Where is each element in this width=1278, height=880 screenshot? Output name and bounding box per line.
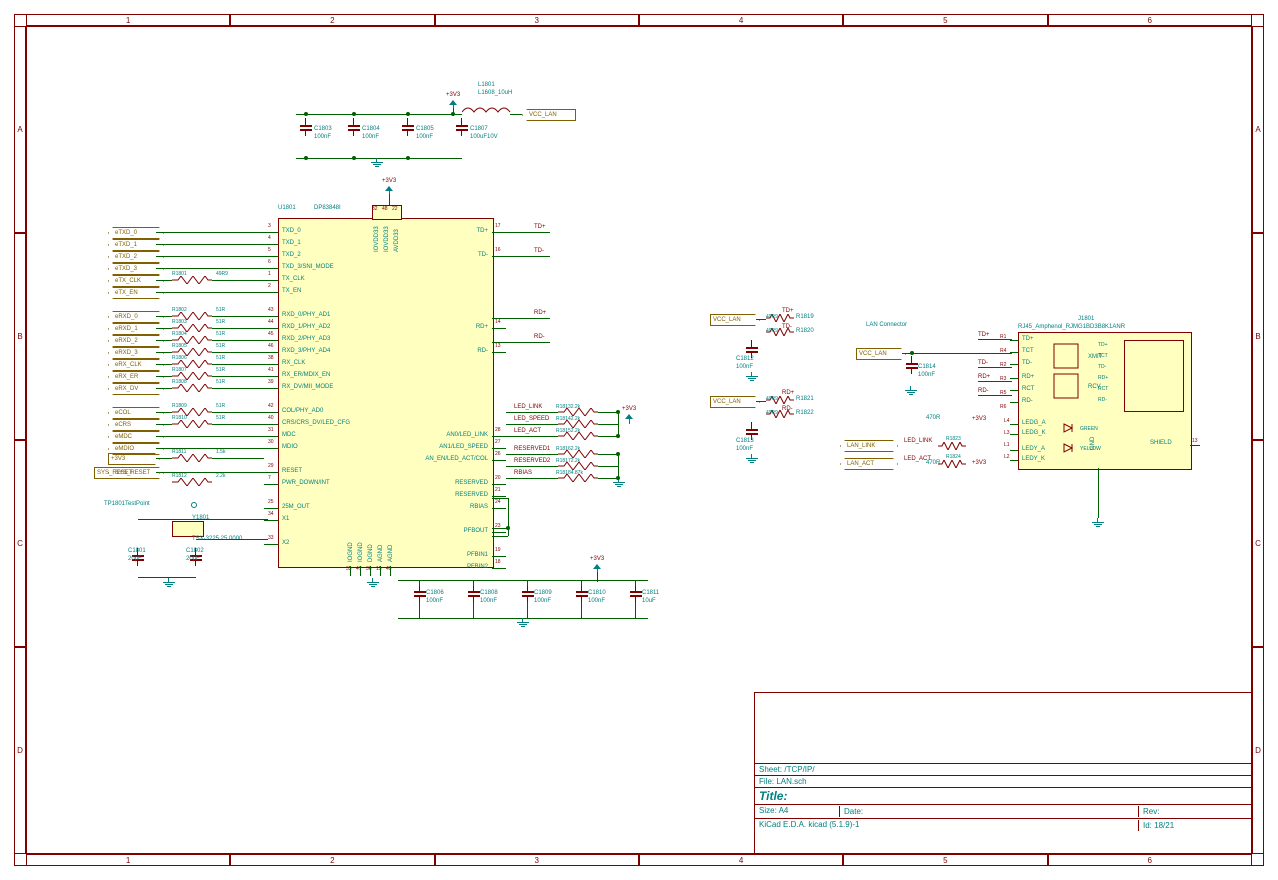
- cap-c1805: [402, 118, 414, 136]
- ruler-col-5: 5: [843, 14, 1047, 26]
- ruler-right: A B C D: [1252, 26, 1264, 854]
- rj45-led-icon: GREEN YELLOW: [1058, 420, 1118, 460]
- cap: [468, 584, 480, 602]
- power-flag-vcc-lan: VCC_LAN: [522, 109, 576, 121]
- hier-label: eTX_EN: [108, 287, 164, 299]
- size-label: Size: A4: [759, 806, 839, 817]
- cap: [576, 584, 588, 602]
- hier-label: eCRS: [108, 419, 164, 431]
- cap-c1807: [456, 118, 468, 136]
- junction-dot: [506, 526, 510, 530]
- ruler-bottom: 1 2 3 4 5 6: [26, 854, 1252, 866]
- inductor-l1801: [462, 106, 512, 118]
- resistor-r1824: [938, 460, 966, 468]
- cap-c1814: [906, 356, 918, 374]
- title-block: Sheet: /TCP/IP/ File: LAN.sch Title: Siz…: [754, 692, 1252, 854]
- title-label: Title:: [759, 789, 787, 803]
- hier-label: eRXD_0: [108, 311, 164, 323]
- resistor: [172, 454, 212, 462]
- svg-text:GREEN: GREEN: [1080, 426, 1098, 432]
- gnd-icon: [1091, 518, 1105, 528]
- resistor: [172, 276, 212, 284]
- date-label: Date:: [839, 806, 1138, 817]
- hier-label: eTXD_1: [108, 239, 164, 251]
- gnd-icon: [516, 618, 530, 628]
- junction-dot: [616, 476, 620, 480]
- hier-label: +3V3: [108, 453, 160, 465]
- junction-dot: [406, 156, 410, 160]
- file-name: File: LAN.sch: [759, 777, 807, 786]
- hier-label-lan-link: LAN_LINK: [840, 440, 898, 452]
- hier-label: eRX_ER: [108, 371, 164, 383]
- hier-label: eTXD_0: [108, 227, 164, 239]
- junction-dot: [406, 112, 410, 116]
- hier-label-lan-act: LAN_ACT: [840, 458, 898, 470]
- hier-label: eTX_CLK: [108, 275, 164, 287]
- gnd-icon: [162, 578, 176, 588]
- hier-label-sys-reset: SYS_RESET: [94, 467, 160, 479]
- resistor-r1823: [938, 442, 966, 450]
- ruler-col-6: 6: [1048, 14, 1252, 26]
- junction-dot: [352, 112, 356, 116]
- testpoint-icon: [191, 502, 197, 508]
- hier-label: eTXD_2: [108, 251, 164, 263]
- power-flag-vcc-lan: VCC_LAN: [710, 314, 760, 326]
- gnd-icon: [904, 386, 918, 396]
- hier-label: eCOL: [108, 407, 164, 419]
- ic-dp83848: [278, 218, 494, 568]
- hier-label: eRXD_2: [108, 335, 164, 347]
- power-arrow-icon: [448, 98, 460, 110]
- hier-label: eRXD_1: [108, 323, 164, 335]
- tool-label: KiCad E.D.A. kicad (5.1.9)-1: [759, 820, 1138, 831]
- junction-dot: [910, 351, 914, 355]
- junction-dot: [616, 434, 620, 438]
- hier-label: eTXD_3: [108, 263, 164, 275]
- sheet-path: Sheet: /TCP/IP/: [759, 765, 815, 774]
- svg-text:RCV: RCV: [1088, 384, 1101, 390]
- junction-dot: [451, 112, 455, 116]
- junction-dot: [616, 452, 620, 456]
- ruler-col-2: 2: [230, 14, 434, 26]
- lan-connector-title: LAN Connector: [866, 322, 907, 328]
- hier-label: eMDC: [108, 431, 164, 443]
- gnd-icon: [745, 372, 759, 382]
- hier-label: eRX_CLK: [108, 359, 164, 371]
- schematic-sheet: 1 2 3 4 5 6 1 2 3 4 5 6 A B C D A B C D …: [0, 0, 1278, 880]
- cap: [414, 584, 426, 602]
- junction-dot: [304, 112, 308, 116]
- ruler-top: 1 2 3 4 5 6: [26, 14, 1252, 26]
- crystal-y1801: [172, 521, 204, 537]
- resistor: [172, 420, 212, 428]
- rj45-transformer-icon: XMIT RCV: [1046, 340, 1116, 404]
- cap: [630, 584, 642, 602]
- gnd-icon: [745, 454, 759, 464]
- ruler-left: A B C D: [14, 26, 26, 854]
- junction-dot: [352, 156, 356, 160]
- gnd-icon: [366, 578, 380, 588]
- ruler-col-3: 3: [435, 14, 639, 26]
- cap: [522, 584, 534, 602]
- power-arrow-icon: [624, 412, 636, 424]
- resistor: [172, 384, 212, 392]
- junction-dot: [616, 410, 620, 414]
- rev-label: Rev:: [1138, 806, 1247, 817]
- id-label: Id: 18/21: [1138, 820, 1247, 831]
- gnd-icon: [370, 158, 384, 168]
- ruler-col-1: 1: [26, 14, 230, 26]
- ruler-col-4: 4: [639, 14, 843, 26]
- svg-text:XMIT: XMIT: [1088, 354, 1103, 360]
- cap-c1803: [300, 118, 312, 136]
- rj45-plug-outline-icon: [1124, 340, 1184, 412]
- hier-label: eRXD_3: [108, 347, 164, 359]
- power-arrow-icon: [592, 562, 604, 574]
- cap-c1804: [348, 118, 360, 136]
- junction-dot: [304, 156, 308, 160]
- hier-label: eRX_DV: [108, 383, 164, 395]
- power-arrow-icon: [384, 184, 396, 196]
